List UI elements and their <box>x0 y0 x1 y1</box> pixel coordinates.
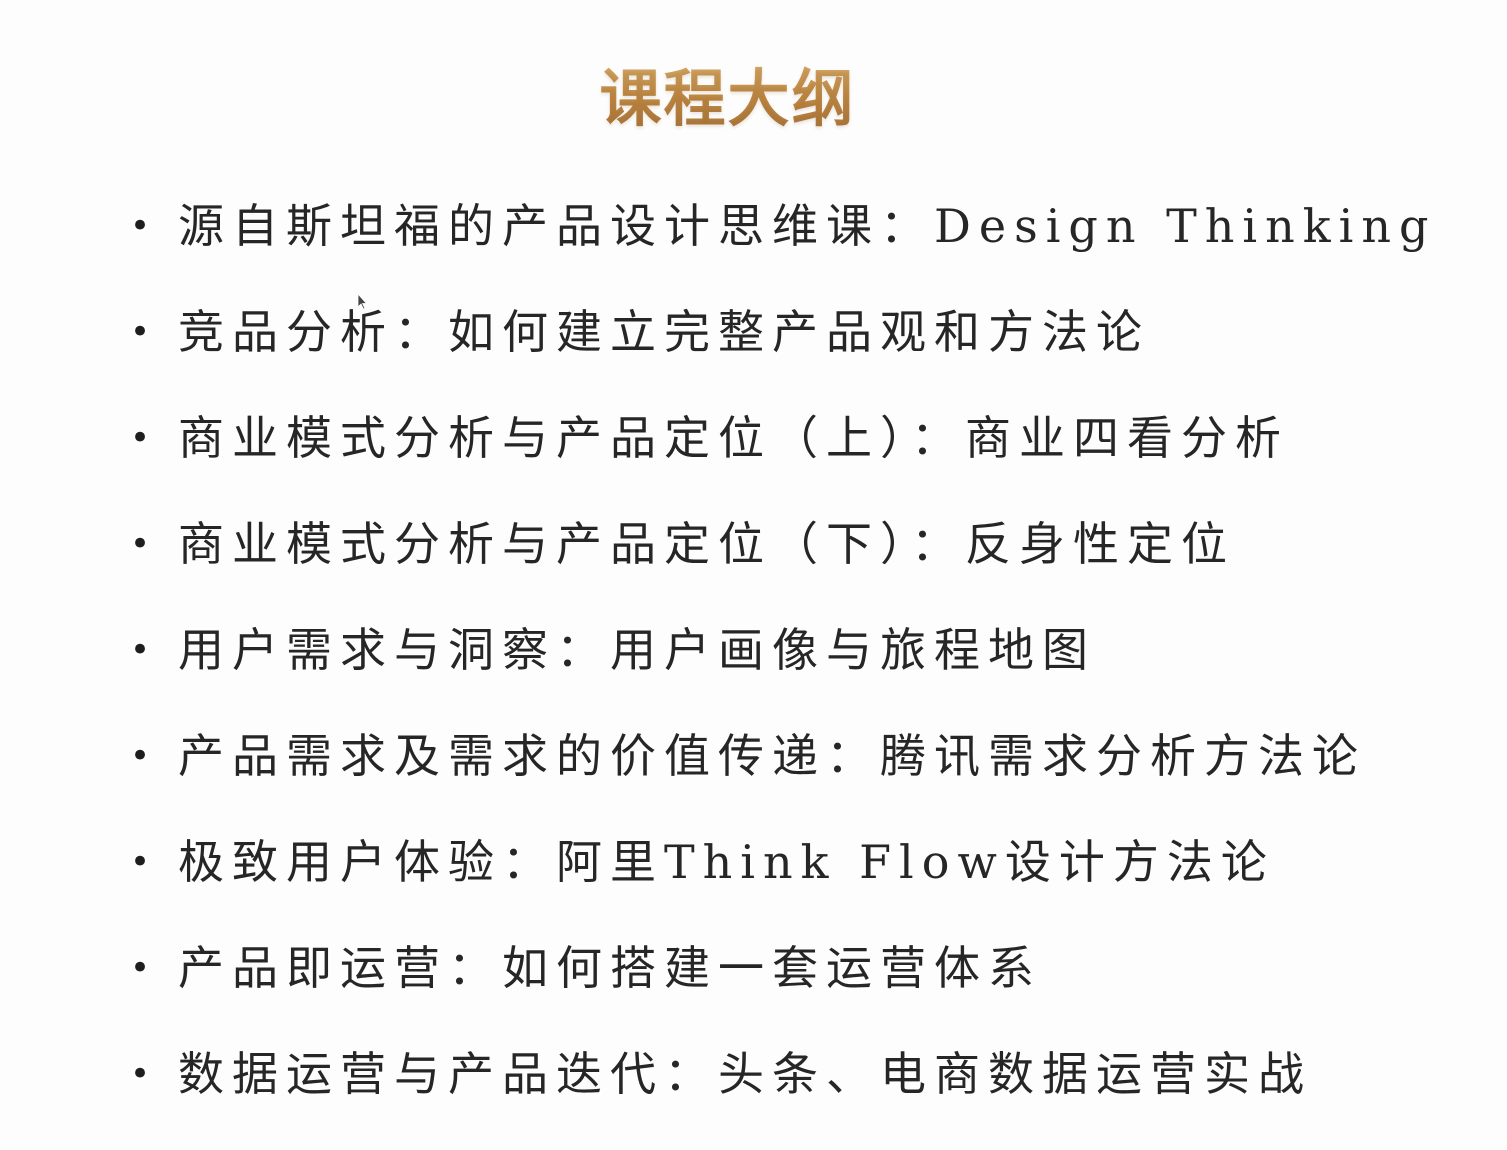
mouse-cursor-icon <box>357 293 368 310</box>
bullet-icon: • <box>130 418 151 458</box>
bullet-icon: • <box>130 736 151 776</box>
list-item-text: 产品即运营：如何搭建一套运营体系 <box>178 941 1042 995</box>
list-item: • 产品即运营：如何搭建一套运营体系 <box>130 938 1436 1044</box>
list-item: • 用户需求与洞察：用户画像与旅程地图 <box>130 620 1436 726</box>
list-item: • 竞品分析：如何建立完整产品观和方法论 <box>130 302 1436 408</box>
bullet-icon: • <box>130 524 151 564</box>
bullet-icon: • <box>130 206 151 246</box>
list-item: • 源自斯坦福的产品设计思维课：Design Thinking <box>130 196 1436 302</box>
list-item-text: 用户需求与洞察：用户画像与旅程地图 <box>178 623 1096 677</box>
list-item: • 商业模式分析与产品定位（上）：商业四看分析 <box>130 408 1436 514</box>
list-item-text: 产品需求及需求的价值传递：腾讯需求分析方法论 <box>178 729 1366 783</box>
list-item-text: 商业模式分析与产品定位（下）：反身性定位 <box>178 517 1235 571</box>
list-item: • 极致用户体验：阿里Think Flow设计方法论 <box>130 832 1436 938</box>
list-item: • 商业模式分析与产品定位（下）：反身性定位 <box>130 514 1436 620</box>
bullet-icon: • <box>130 312 151 352</box>
slide-title: 课程大纲 <box>0 48 1455 138</box>
list-item-text: 商业模式分析与产品定位（上）：商业四看分析 <box>178 411 1289 465</box>
list-item-text: 竞品分析：如何建立完整产品观和方法论 <box>178 305 1150 359</box>
list-item: • 数据运营与产品迭代：头条、电商数据运营实战 <box>130 1044 1436 1150</box>
list-item: • 产品需求及需求的价值传递：腾讯需求分析方法论 <box>130 726 1436 832</box>
bullet-icon: • <box>130 1054 151 1094</box>
bullet-icon: • <box>130 948 151 988</box>
course-outline-list: • 源自斯坦福的产品设计思维课：Design Thinking • 竞品分析：如何建… <box>130 196 1436 1150</box>
bullet-icon: • <box>130 842 151 882</box>
list-item-text: 数据运营与产品迭代：头条、电商数据运营实战 <box>178 1047 1312 1101</box>
list-item-text: 源自斯坦福的产品设计思维课：Design Thinking <box>178 199 1437 253</box>
bullet-icon: • <box>130 630 151 670</box>
list-item-text: 极致用户体验：阿里Think Flow设计方法论 <box>178 835 1275 889</box>
